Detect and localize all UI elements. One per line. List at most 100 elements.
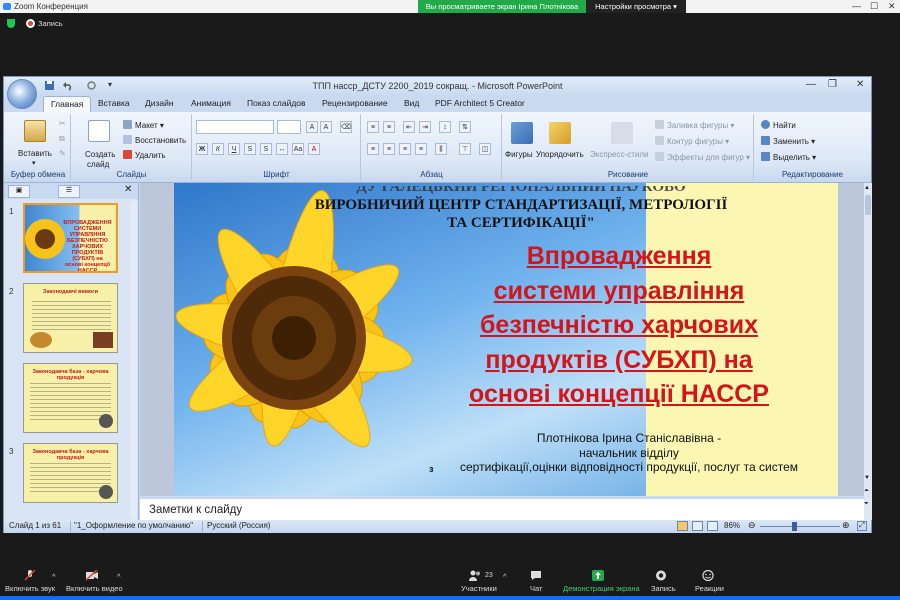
- office-button[interactable]: [7, 79, 37, 109]
- quick-styles-icon[interactable]: [611, 122, 633, 144]
- fit-to-window-icon[interactable]: ⤢: [857, 521, 867, 531]
- record-icon[interactable]: [655, 570, 667, 581]
- align-center-icon[interactable]: ≡: [383, 143, 395, 155]
- zoom-level[interactable]: 86%: [724, 521, 740, 530]
- select-button[interactable]: Выделить ▾: [761, 152, 816, 162]
- scroll-up-icon[interactable]: ▲: [864, 185, 870, 191]
- arrange-button[interactable]: Упорядочить: [536, 150, 584, 159]
- tab-insert[interactable]: Вставка: [98, 98, 130, 108]
- font-name-combo[interactable]: [196, 120, 274, 134]
- zoom-in-icon[interactable]: ⊕: [842, 520, 850, 531]
- new-slide-icon[interactable]: [88, 120, 110, 142]
- tab-design[interactable]: Дизайн: [145, 98, 174, 108]
- tab-pdf-architect[interactable]: PDF Architect 5 Creator: [435, 98, 525, 108]
- tab-slideshow[interactable]: Показ слайдов: [247, 98, 306, 108]
- layout-button[interactable]: Макет ▾: [123, 120, 164, 130]
- decrease-indent-icon[interactable]: ⇤: [403, 121, 415, 133]
- clear-format-icon[interactable]: ⌫: [340, 121, 352, 133]
- reset-button[interactable]: Восстановить: [123, 135, 186, 145]
- participants-button[interactable]: Участники: [461, 584, 497, 593]
- copy-icon[interactable]: ⧉: [59, 134, 65, 144]
- ppt-close-icon[interactable]: ✕: [856, 79, 864, 90]
- slides-pane-scrollbar[interactable]: [130, 201, 137, 519]
- scroll-down-icon[interactable]: ▼: [864, 475, 870, 481]
- bullets-icon[interactable]: ≡: [367, 121, 379, 133]
- underline-icon[interactable]: Ч: [228, 143, 240, 155]
- ppt-minimize-icon[interactable]: —: [806, 79, 816, 90]
- italic-icon[interactable]: К: [212, 143, 224, 155]
- find-button[interactable]: Найти: [761, 120, 796, 130]
- zoom-out-icon[interactable]: ⊖: [748, 520, 756, 531]
- slide-thumbnail-3[interactable]: Законодавча база - харчова продукція: [23, 363, 118, 433]
- video-options-icon[interactable]: ^: [117, 572, 121, 581]
- outline-tab-icon[interactable]: ☰: [58, 185, 80, 198]
- new-slide-button-line2[interactable]: слайд: [87, 160, 109, 169]
- tab-home[interactable]: Главная: [43, 96, 92, 112]
- slide-thumbnail-4[interactable]: Законодавча база - харчова продукція: [23, 443, 118, 503]
- slides-tab-icon[interactable]: ▣: [8, 185, 30, 198]
- zoom-slider-track[interactable]: [760, 526, 840, 527]
- zoom-minimize-icon[interactable]: —: [852, 1, 861, 11]
- numbering-icon[interactable]: ≡: [383, 121, 395, 133]
- arrange-icon[interactable]: [549, 122, 571, 144]
- change-case-icon[interactable]: Aa: [292, 143, 304, 155]
- zoom-maximize-icon[interactable]: ☐: [870, 1, 878, 12]
- increase-indent-icon[interactable]: ⇥: [419, 121, 431, 133]
- line-spacing-icon[interactable]: ↕: [439, 121, 451, 133]
- shadow-icon[interactable]: S: [260, 143, 272, 155]
- slide-thumbnail-1[interactable]: ВПРОВАДЖЕННЯ СИСТЕМИ УПРАВЛІННЯ БЕЗПЕЧНІ…: [23, 203, 118, 273]
- view-options-button[interactable]: Настройки просмотра ▾: [586, 0, 686, 13]
- chat-icon[interactable]: [530, 570, 542, 581]
- shrink-font-icon[interactable]: A: [320, 121, 332, 133]
- share-screen-button[interactable]: Демонстрация экрана: [563, 584, 640, 593]
- align-left-icon[interactable]: ≡: [367, 143, 379, 155]
- reactions-button[interactable]: Реакции: [695, 584, 724, 593]
- paste-button[interactable]: Вставить: [18, 149, 52, 158]
- smartart-icon[interactable]: ◫: [479, 143, 491, 155]
- font-color-icon[interactable]: A: [308, 143, 320, 155]
- audio-options-icon[interactable]: ^: [52, 572, 56, 581]
- slideshow-view-icon[interactable]: [707, 521, 718, 531]
- close-pane-icon[interactable]: ✕: [124, 184, 132, 195]
- unmute-button[interactable]: Включить звук: [5, 584, 55, 593]
- format-painter-icon[interactable]: ✎: [59, 149, 66, 158]
- new-slide-button[interactable]: Создать: [85, 150, 115, 159]
- start-video-button[interactable]: Включить видео: [66, 584, 123, 593]
- slide-thumbnail-2[interactable]: Законодавчі вимоги: [23, 283, 118, 353]
- tab-review[interactable]: Рецензирование: [322, 98, 388, 108]
- next-slide-icon[interactable]: ⏷: [864, 501, 869, 508]
- paste-dropdown-icon[interactable]: ▾: [32, 159, 36, 167]
- normal-view-icon[interactable]: [677, 521, 688, 531]
- previous-slide-icon[interactable]: ⏶: [864, 488, 869, 495]
- security-shield-icon[interactable]: [7, 19, 15, 28]
- slide-canvas[interactable]: ДУ ГАЛЕЦЬКИЙ РЕГІОНАЛЬНИЙ НАУКОВО ВИРОБН…: [174, 183, 838, 496]
- columns-icon[interactable]: ⫼: [435, 143, 447, 155]
- mic-muted-icon[interactable]: [24, 570, 36, 581]
- text-direction-icon[interactable]: ⇅: [459, 121, 471, 133]
- strikethrough-icon[interactable]: S: [244, 143, 256, 155]
- align-text-icon[interactable]: ⊤: [459, 143, 471, 155]
- video-off-icon[interactable]: [86, 570, 98, 581]
- zoom-close-icon[interactable]: ✕: [888, 1, 896, 12]
- paste-icon[interactable]: [24, 120, 46, 142]
- share-screen-icon[interactable]: [592, 570, 604, 581]
- slide-sorter-icon[interactable]: [692, 521, 703, 531]
- shapes-button[interactable]: Фигуры: [505, 150, 533, 159]
- quick-styles-button[interactable]: Экспресс-стили: [590, 150, 649, 159]
- vertical-scrollbar[interactable]: ▲ ▼ ⏶ ⏷: [864, 183, 872, 520]
- bold-icon[interactable]: Ж: [196, 143, 208, 155]
- tab-animation[interactable]: Анимация: [191, 98, 231, 108]
- record-button[interactable]: Запись: [651, 584, 676, 593]
- chat-button[interactable]: Чат: [530, 584, 542, 593]
- shape-outline-button[interactable]: Контур фигуры ▾: [655, 136, 729, 146]
- notes-pane[interactable]: Заметки к слайду: [140, 496, 864, 520]
- cut-icon[interactable]: ✂: [59, 119, 66, 128]
- shapes-icon[interactable]: [511, 122, 533, 144]
- reactions-icon[interactable]: [702, 570, 714, 581]
- scrollbar-thumb[interactable]: [865, 195, 871, 215]
- delete-slide-button[interactable]: Удалить: [123, 150, 166, 160]
- shape-fill-button[interactable]: Заливка фигуры ▾: [655, 120, 734, 130]
- participants-options-icon[interactable]: ^: [503, 572, 507, 581]
- ppt-restore-icon[interactable]: ❐: [828, 79, 837, 90]
- font-size-combo[interactable]: [277, 120, 301, 134]
